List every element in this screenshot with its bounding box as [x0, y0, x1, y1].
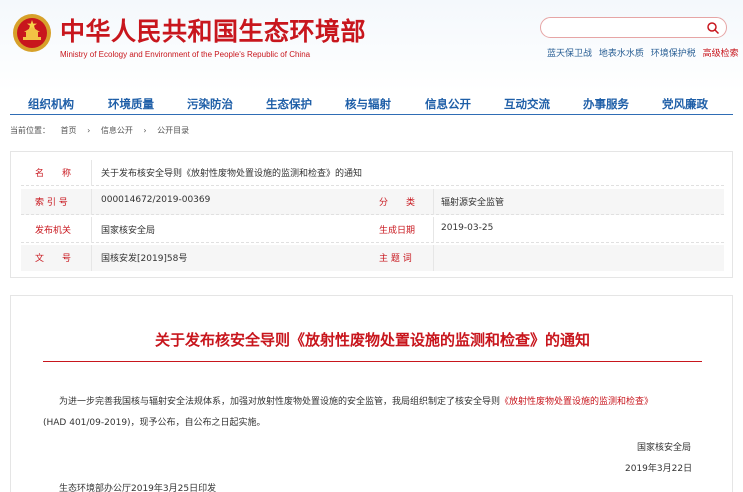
sign-date: 2019年3月22日: [625, 464, 693, 474]
info-row-issuer: 发布机关 国家核安全局 生成日期 2019-03-25: [21, 217, 724, 243]
name-value: 关于发布核安全导则《放射性废物处置设施的监测和检查》的通知: [101, 169, 363, 179]
divider: [433, 189, 434, 215]
title-divider: [43, 361, 702, 362]
site-title[interactable]: 中华人民共和国生态环境部: [60, 12, 366, 48]
info-row-doc: 文 号 国核安发[2019]58号 主 题 词: [21, 245, 724, 271]
advanced-search-link[interactable]: 高级检索: [703, 49, 739, 59]
index-value: 000014672/2019-00369: [101, 195, 211, 205]
nav-divider: [10, 114, 733, 115]
article-paragraph-1: 为进一步完善我国核与辐射安全法规体系，加强对放射性废物处置设施的安全监管，我局组…: [59, 394, 653, 407]
divider: [91, 217, 92, 243]
document-info-panel: 名 称 关于发布核安全导则《放射性废物处置设施的监测和检查》的通知 索 引 号 …: [10, 151, 733, 278]
nav-item-env-quality[interactable]: 环境质量: [108, 96, 154, 112]
breadcrumb-home[interactable]: 首页: [61, 126, 77, 135]
info-row-name: 名 称 关于发布核安全导则《放射性废物处置设施的监测和检查》的通知: [21, 160, 724, 186]
nav-item-interaction[interactable]: 互动交流: [504, 96, 550, 112]
breadcrumb-catalog[interactable]: 公开目录: [157, 126, 189, 135]
breadcrumb: 当前位置： 首页 › 信息公开 › 公开目录: [10, 125, 197, 136]
nav-item-ecology[interactable]: 生态保护: [266, 96, 312, 112]
date-label: 生成日期: [379, 226, 416, 236]
footer-note: 生态环境部办公厅2019年3月25日印发: [59, 484, 217, 492]
divider: [433, 217, 434, 243]
quick-link-surface-water[interactable]: 地表水水质: [599, 49, 644, 59]
doc-number-label: 文 号: [35, 254, 72, 264]
divider: [91, 245, 92, 271]
search-input[interactable]: [540, 17, 727, 38]
article-title: 关于发布核安全导则《放射性废物处置设施的监测和检查》的通知: [154, 331, 590, 349]
signature: 国家核安全局: [637, 443, 692, 453]
breadcrumb-sep: ›: [87, 126, 91, 135]
quick-link-env-tax[interactable]: 环境保护税: [651, 49, 696, 59]
breadcrumb-sep: ›: [143, 126, 147, 135]
issuer-value: 国家核安全局: [101, 226, 156, 236]
quick-link-blue-sky[interactable]: 蓝天保卫战: [547, 49, 592, 59]
breadcrumb-prefix: 当前位置：: [10, 126, 50, 135]
issuer-label: 发布机关: [35, 226, 72, 236]
main-nav: 组织机构 环境质量 污染防治 生态保护 核与辐射 信息公开 互动交流 办事服务 …: [0, 92, 743, 116]
category-label: 分 类: [379, 198, 416, 208]
nav-item-integrity[interactable]: 党风廉政: [662, 96, 708, 112]
info-row-index: 索 引 号 000014672/2019-00369 分 类 辐射源安全监管: [21, 189, 724, 215]
category-value: 辐射源安全监管: [441, 198, 505, 208]
index-label: 索 引 号: [35, 198, 68, 208]
paragraph-text: 为进一步完善我国核与辐射安全法规体系，加强对放射性废物处置设施的安全监管，我局组…: [59, 397, 501, 407]
article-panel: 关于发布核安全导则《放射性废物处置设施的监测和检查》的通知 为进一步完善我国核与…: [10, 295, 733, 492]
date-value: 2019-03-25: [441, 223, 494, 233]
nav-item-disclosure[interactable]: 信息公开: [425, 96, 471, 112]
divider: [433, 245, 434, 271]
quick-links: 蓝天保卫战 地表水水质 环境保护税 高级检索: [547, 46, 743, 59]
search-icon[interactable]: [706, 21, 720, 35]
name-label: 名 称: [35, 169, 72, 179]
nav-item-organization[interactable]: 组织机构: [28, 96, 74, 112]
divider: [91, 189, 92, 215]
nav-item-services[interactable]: 办事服务: [583, 96, 629, 112]
national-emblem-icon[interactable]: [12, 13, 52, 53]
nav-item-nuclear[interactable]: 核与辐射: [345, 96, 391, 112]
doc-number-value: 国核安发[2019]58号: [101, 254, 188, 264]
breadcrumb-disclosure[interactable]: 信息公开: [101, 126, 133, 135]
nav-item-pollution[interactable]: 污染防治: [187, 96, 233, 112]
article-paragraph-2: (HAD 401/09-2019)，现予公布，自公布之日起实施。: [43, 418, 266, 428]
keywords-label: 主 题 词: [379, 254, 412, 264]
divider: [91, 160, 92, 186]
site-subtitle: Ministry of Ecology and Environment of t…: [60, 50, 311, 59]
site-header: 中华人民共和国生态环境部 Ministry of Ecology and Env…: [0, 0, 743, 92]
guide-link[interactable]: 《放射性废物处置设施的监测和检查》: [500, 397, 653, 407]
